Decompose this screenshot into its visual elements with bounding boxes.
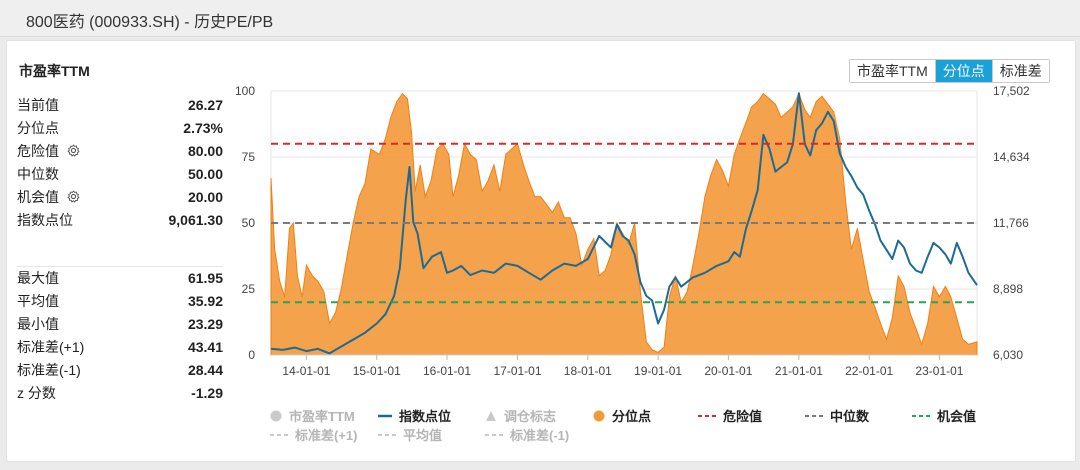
x-tick-label: 15-01-01 xyxy=(353,364,401,378)
triangle-marker-icon xyxy=(486,410,496,421)
dash-marker-icon xyxy=(378,433,396,436)
legend-label: 平均值 xyxy=(403,428,443,443)
y-right-tick-label: 6,030 xyxy=(993,348,1023,362)
percentile-area xyxy=(270,92,978,356)
x-tick-label: 23-01-01 xyxy=(915,364,963,378)
y-left-tick-label: 75 xyxy=(242,150,256,164)
y-right-tick-label: 11,766 xyxy=(993,216,1029,230)
legend-item[interactable]: 危险值 xyxy=(697,406,762,425)
legend-label: 机会值 xyxy=(937,409,977,424)
dot-marker-icon xyxy=(270,410,282,421)
dash-marker-icon xyxy=(698,414,716,417)
y-right-tick-label: 8,898 xyxy=(993,282,1023,296)
x-tick-label: 20-01-01 xyxy=(704,364,752,378)
legend-label: 危险值 xyxy=(723,409,763,424)
dash-marker-icon xyxy=(270,433,288,436)
x-tick-label: 21-01-01 xyxy=(775,364,823,378)
percentile-chart[interactable]: 0 25 50 75 100 6,030 8,898 11,766 14,634 17,502 14… xyxy=(7,41,1075,461)
dash-marker-icon xyxy=(485,433,503,436)
legend-label: 标准差(-1) xyxy=(510,428,570,443)
legend-item[interactable]: 标准差(+1) xyxy=(269,425,357,444)
x-tick-label: 14-01-01 xyxy=(282,364,330,378)
legend-label: 调仓标志 xyxy=(504,409,557,424)
x-tick-label: 17-01-01 xyxy=(493,364,541,378)
legend-label: 中位数 xyxy=(830,409,870,424)
dash-marker-icon xyxy=(805,414,823,417)
pe-history-panel: 市盈率TTM 市盈率TTM 分位点 标准差 当前值 26.27 分位点 2.73% 危险值 8… xyxy=(6,40,1076,462)
line-marker-icon xyxy=(378,414,392,417)
y-right-tick-label: 17,502 xyxy=(993,84,1030,98)
legend-item[interactable]: 调仓标志 xyxy=(484,406,556,425)
legend-label: 标准差(+1) xyxy=(295,428,358,443)
legend-item[interactable]: 指数点位 xyxy=(377,406,451,425)
legend-item[interactable]: 机会值 xyxy=(911,406,976,425)
page-title: 800医药 (000933.SH) - 历史PE/PB xyxy=(26,14,274,31)
x-tick-label: 18-01-01 xyxy=(564,364,612,378)
legend-item[interactable]: 平均值 xyxy=(377,425,442,444)
legend-item[interactable]: 市盈率TTM xyxy=(269,406,355,425)
y-left-tick-label: 0 xyxy=(248,348,255,362)
legend-label: 市盈率TTM xyxy=(289,409,355,424)
legend-item[interactable]: 标准差(-1) xyxy=(484,425,569,444)
dash-marker-icon xyxy=(912,414,930,417)
window-header: 800医药 (000933.SH) - 历史PE/PB xyxy=(0,0,1080,37)
legend-label: 分位点 xyxy=(612,409,652,424)
y-left-tick-label: 100 xyxy=(235,84,255,98)
legend-item[interactable]: 中位数 xyxy=(804,406,869,425)
y-left-tick-label: 25 xyxy=(242,282,256,296)
legend-label: 指数点位 xyxy=(399,409,452,424)
legend-item[interactable]: 分位点 xyxy=(592,406,651,425)
y-left-tick-label: 50 xyxy=(242,216,256,230)
x-tick-label: 16-01-01 xyxy=(423,364,471,378)
dot-marker-icon xyxy=(593,410,605,421)
x-tick-label: 22-01-01 xyxy=(845,364,893,378)
y-right-tick-label: 14,634 xyxy=(993,150,1030,164)
x-tick-label: 19-01-01 xyxy=(634,364,682,378)
